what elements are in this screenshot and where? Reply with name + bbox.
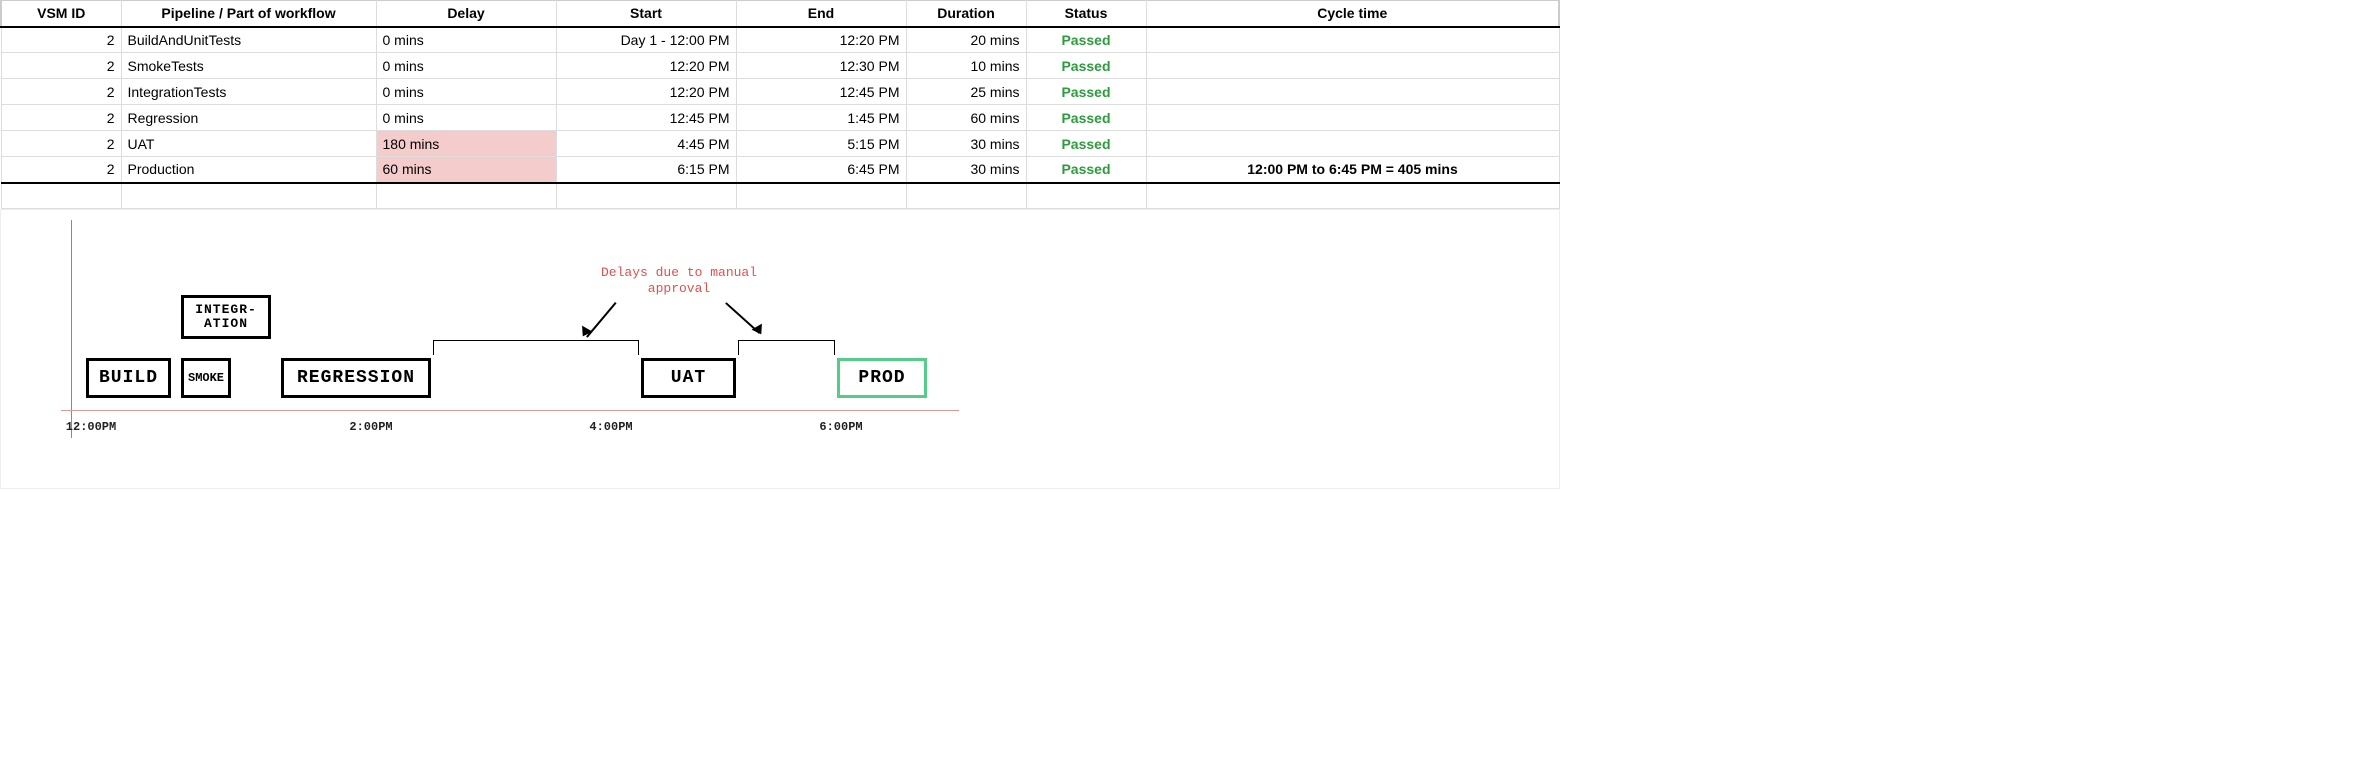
cell-start: Day 1 - 12:00 PM — [556, 27, 736, 53]
cell-start: 6:15 PM — [556, 157, 736, 183]
cell-start: 12:20 PM — [556, 53, 736, 79]
cell-delay: 0 mins — [376, 53, 556, 79]
blank-cell — [556, 183, 736, 209]
tick-label: 4:00PM — [589, 420, 632, 434]
cell-end: 1:45 PM — [736, 105, 906, 131]
cell-cycle — [1146, 53, 1559, 79]
table-row: 2IntegrationTests0 mins12:20 PM12:45 PM2… — [1, 79, 1559, 105]
cell-status: Passed — [1026, 53, 1146, 79]
cell-end: 6:45 PM — [736, 157, 906, 183]
table-row: 2UAT180 mins4:45 PM5:15 PM30 minsPassed — [1, 131, 1559, 157]
col-end: End — [736, 1, 906, 27]
cell-vsm-id: 2 — [1, 53, 121, 79]
col-delay: Delay — [376, 1, 556, 27]
blank-cell — [1146, 183, 1559, 209]
cell-delay: 180 mins — [376, 131, 556, 157]
cell-cycle: 12:00 PM to 6:45 PM = 405 mins — [1146, 157, 1559, 183]
blank-cell — [1026, 183, 1146, 209]
cell-status: Passed — [1026, 157, 1146, 183]
timeline-diagram: Delays due to manualapproval 12:00PM 2:00… — [0, 209, 1560, 489]
stage-regression: REGRESSION — [281, 358, 431, 398]
table-row: 2SmokeTests0 mins12:20 PM12:30 PM10 mins… — [1, 53, 1559, 79]
cell-end: 12:30 PM — [736, 53, 906, 79]
cell-end: 12:20 PM — [736, 27, 906, 53]
cell-start: 4:45 PM — [556, 131, 736, 157]
y-axis — [71, 220, 72, 438]
col-cycle: Cycle time — [1146, 1, 1559, 27]
cell-status: Passed — [1026, 105, 1146, 131]
blank-cell — [376, 183, 556, 209]
bracket-delay-prod — [738, 340, 835, 354]
header-row: VSM ID Pipeline / Part of workflow Delay… — [1, 1, 1559, 27]
arrow-head-icon — [578, 326, 593, 340]
cell-vsm-id: 2 — [1, 79, 121, 105]
cell-start: 12:45 PM — [556, 105, 736, 131]
stage-integration: INTEGR-ATION — [181, 295, 271, 339]
table-row: 2Production60 mins6:15 PM6:45 PM30 minsP… — [1, 157, 1559, 183]
stage-prod: PROD — [837, 358, 927, 398]
col-duration: Duration — [906, 1, 1026, 27]
cell-pipeline: Regression — [121, 105, 376, 131]
bracket-delay-uat — [433, 340, 639, 354]
cell-delay: 60 mins — [376, 157, 556, 183]
vsm-table: VSM ID Pipeline / Part of workflow Delay… — [0, 0, 1560, 209]
cell-delay: 0 mins — [376, 105, 556, 131]
arrow-head-icon — [752, 324, 767, 338]
cell-pipeline: BuildAndUnitTests — [121, 27, 376, 53]
tick-label: 2:00PM — [349, 420, 392, 434]
cell-duration: 30 mins — [906, 157, 1026, 183]
cell-cycle — [1146, 105, 1559, 131]
col-status: Status — [1026, 1, 1146, 27]
cell-cycle — [1146, 79, 1559, 105]
cell-end: 5:15 PM — [736, 131, 906, 157]
cell-status: Passed — [1026, 79, 1146, 105]
cell-pipeline: SmokeTests — [121, 53, 376, 79]
cell-vsm-id: 2 — [1, 131, 121, 157]
blank-cell — [121, 183, 376, 209]
cell-status: Passed — [1026, 131, 1146, 157]
table-row: 2BuildAndUnitTests0 minsDay 1 - 12:00 PM… — [1, 27, 1559, 53]
delay-annotation: Delays due to manualapproval — [601, 265, 757, 296]
x-axis — [61, 410, 959, 411]
cell-pipeline: IntegrationTests — [121, 79, 376, 105]
cell-status: Passed — [1026, 27, 1146, 53]
cell-cycle — [1146, 131, 1559, 157]
table-row-blank — [1, 183, 1559, 209]
cell-start: 12:20 PM — [556, 79, 736, 105]
col-start: Start — [556, 1, 736, 27]
cell-duration: 25 mins — [906, 79, 1026, 105]
cell-cycle — [1146, 27, 1559, 53]
blank-cell — [736, 183, 906, 209]
cell-delay: 0 mins — [376, 79, 556, 105]
stage-build: BUILD — [86, 358, 171, 398]
cell-pipeline: Production — [121, 157, 376, 183]
blank-cell — [906, 183, 1026, 209]
cell-vsm-id: 2 — [1, 27, 121, 53]
cell-vsm-id: 2 — [1, 157, 121, 183]
cell-duration: 10 mins — [906, 53, 1026, 79]
col-vsm-id: VSM ID — [1, 1, 121, 27]
blank-cell — [1, 183, 121, 209]
tick-label: 6:00PM — [819, 420, 862, 434]
stage-smoke: SMOKE — [181, 358, 231, 398]
cell-end: 12:45 PM — [736, 79, 906, 105]
cell-duration: 20 mins — [906, 27, 1026, 53]
cell-duration: 60 mins — [906, 105, 1026, 131]
table-row: 2Regression0 mins12:45 PM1:45 PM60 minsP… — [1, 105, 1559, 131]
cell-delay: 0 mins — [376, 27, 556, 53]
cell-pipeline: UAT — [121, 131, 376, 157]
tick-label: 12:00PM — [66, 420, 116, 434]
cell-vsm-id: 2 — [1, 105, 121, 131]
cell-duration: 30 mins — [906, 131, 1026, 157]
col-pipeline: Pipeline / Part of workflow — [121, 1, 376, 27]
stage-uat: UAT — [641, 358, 736, 398]
